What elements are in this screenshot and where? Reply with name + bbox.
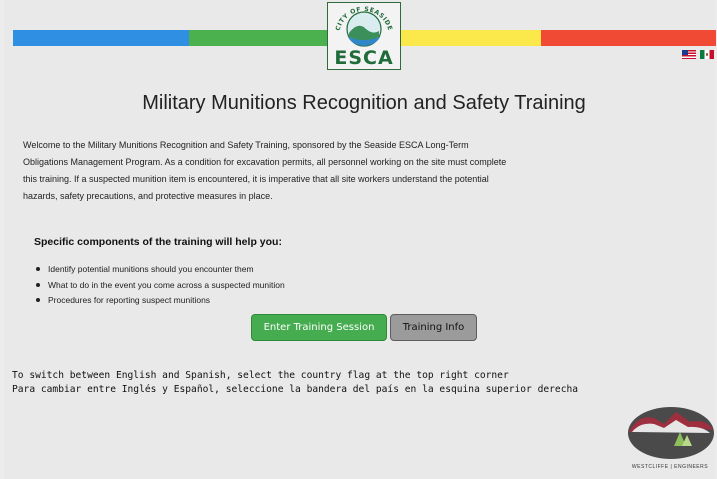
page-title: Military Munitions Recognition and Safet…	[142, 92, 586, 114]
list-item: What to do in the event you come across …	[36, 278, 285, 294]
components-heading: Specific components of the training will…	[34, 236, 282, 248]
intro-line: Obligations Management Program. As a con…	[23, 157, 507, 167]
header-stripe-blue	[13, 30, 189, 46]
mexico-flag-icon[interactable]	[700, 50, 714, 59]
intro-line: this training. If a suspected munition i…	[23, 174, 489, 184]
intro-line: hazards, safety precautions, and protect…	[23, 191, 273, 201]
header-stripe-red	[541, 30, 716, 46]
instruction-english: To switch between English and Spanish, s…	[12, 370, 509, 381]
esca-logo: CITY OF SEASIDE ESCA	[327, 2, 401, 70]
list-item: Procedures for reporting suspect munitio…	[36, 293, 285, 309]
enter-training-button[interactable]: Enter Training Session	[251, 314, 387, 341]
list-item: Identify potential munitions should you …	[36, 262, 285, 278]
training-info-button[interactable]: Training Info	[390, 314, 477, 341]
components-list: Identify potential munitions should you …	[36, 262, 285, 309]
westcliffe-logo-text: WESTCLIFFE | ENGINEERS	[631, 464, 709, 470]
language-switcher	[682, 50, 714, 59]
logo-name: ESCA	[334, 47, 394, 69]
westcliffe-mountain-icon	[628, 407, 714, 459]
us-flag-icon[interactable]	[682, 50, 696, 59]
language-instructions: To switch between English and Spanish, s…	[12, 369, 578, 397]
intro-paragraph: Welcome to the Military Munitions Recogn…	[23, 137, 533, 205]
westcliffe-logo: WESTCLIFFE | ENGINEERS	[624, 402, 716, 479]
instruction-spanish: Para cambiar entre Inglés y Español, sel…	[12, 384, 579, 395]
intro-line: Welcome to the Military Munitions Recogn…	[23, 140, 469, 150]
